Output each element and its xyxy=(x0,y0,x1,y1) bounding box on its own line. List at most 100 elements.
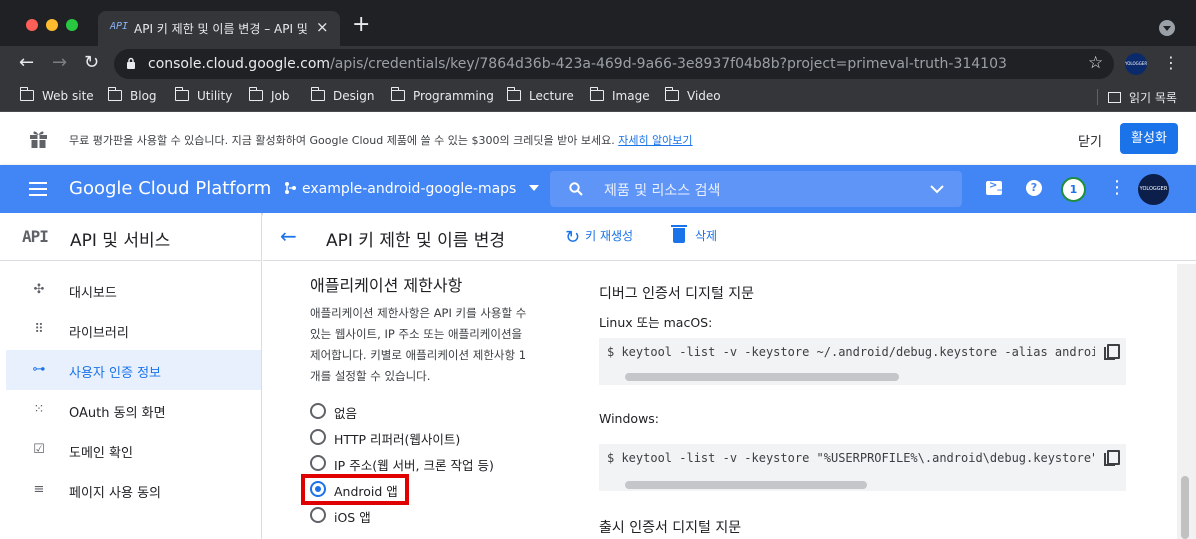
gift-icon xyxy=(30,131,47,148)
folder-icon xyxy=(174,87,189,101)
url-text: console.cloud.google.com/apis/credential… xyxy=(148,56,1007,72)
sidebar-item-dashboard[interactable]: ✣ 대시보드 xyxy=(6,270,261,310)
sidebar-header: API API 및 서비스 xyxy=(0,213,262,261)
horizontal-scrollbar[interactable] xyxy=(625,481,867,489)
tab-close-icon[interactable]: × xyxy=(316,18,329,36)
bookmark-star-icon[interactable]: ☆ xyxy=(1088,53,1103,73)
account-avatar[interactable]: YOLOGGER xyxy=(1138,174,1169,205)
tab-strip: API API 키 제한 및 이름 변경 – API 및 서비스 × + xyxy=(0,0,1196,46)
project-selector[interactable]: example-android-google-maps xyxy=(284,181,539,197)
browser-toolbar: ← → ↻ console.cloud.google.com/apis/cred… xyxy=(0,46,1196,82)
browser-tab-active[interactable]: API API 키 제한 및 이름 변경 – API 및 서비스 × xyxy=(98,11,340,46)
radio-circle[interactable] xyxy=(310,455,326,471)
sidebar-item-library[interactable]: ⠿ 라이브러리 xyxy=(6,310,261,350)
annotation-highlight-box xyxy=(301,474,409,505)
sidebar-item-label: OAuth 동의 화면 xyxy=(69,406,166,421)
scrollbar-thumb[interactable] xyxy=(1181,476,1189,539)
bookmark-folder[interactable]: Image xyxy=(589,87,650,103)
folder-icon xyxy=(506,87,521,101)
page-title: API 키 제한 및 이름 변경 xyxy=(326,231,506,251)
sidebar-item-credentials[interactable]: ⊶ 사용자 인증 정보 xyxy=(6,350,261,390)
promo-message: 무료 평가판을 사용할 수 있습니다. 지금 활성화하여 Google Clou… xyxy=(69,134,615,147)
search-input[interactable]: 제품 및 리소스 검색 xyxy=(604,180,720,200)
radio-label: 없음 xyxy=(334,406,358,421)
address-bar[interactable]: console.cloud.google.com/apis/credential… xyxy=(114,49,1114,79)
bookmark-label: Utility xyxy=(197,89,233,103)
radio-http-referrer[interactable]: HTTP 리퍼러(웹사이트) xyxy=(309,425,509,449)
back-arrow-icon[interactable]: ← xyxy=(280,224,297,248)
bookmark-folder[interactable]: Job xyxy=(248,87,290,103)
gcp-brand[interactable]: Google Cloud Platform xyxy=(69,178,271,199)
radio-label: iOS 앱 xyxy=(334,510,371,525)
lock-icon xyxy=(127,57,135,69)
regenerate-key-button[interactable]: ↻ 키 재생성 xyxy=(565,227,633,248)
cloud-shell-icon[interactable]: >_ xyxy=(986,180,1002,195)
windows-label: Windows: xyxy=(599,411,660,426)
bookmark-folder[interactable]: Programming xyxy=(390,87,494,103)
radio-circle[interactable] xyxy=(310,403,326,419)
delete-button[interactable]: 삭제 xyxy=(671,225,717,244)
linux-command-box: $ keytool -list -v -keystore ~/.android/… xyxy=(599,338,1126,385)
vertical-scrollbar[interactable] xyxy=(1177,264,1196,539)
sidebar-item-domain-verification[interactable]: ☑ 도메인 확인 xyxy=(6,430,261,470)
bookmark-folder[interactable]: Video xyxy=(664,87,721,103)
browser-menu-icon[interactable]: ⋮ xyxy=(1163,54,1179,72)
bookmark-folder[interactable]: Blog xyxy=(107,87,157,103)
activate-button[interactable]: 활성화 xyxy=(1120,123,1178,154)
window-minimize-button[interactable] xyxy=(46,19,58,31)
radio-circle[interactable] xyxy=(310,507,326,523)
reload-icon[interactable]: ↻ xyxy=(84,52,99,73)
bookmark-folder[interactable]: Web site xyxy=(19,87,94,103)
window-maximize-button[interactable] xyxy=(66,19,78,31)
folder-icon xyxy=(589,87,604,101)
window-close-button[interactable] xyxy=(26,19,38,31)
radio-none[interactable]: 없음 xyxy=(309,399,509,423)
folder-icon xyxy=(19,87,34,101)
copy-icon[interactable] xyxy=(1104,450,1120,466)
hamburger-menu-icon[interactable] xyxy=(0,165,60,213)
reading-list-button[interactable]: 읽기 목록 xyxy=(1108,89,1177,106)
bookmark-folder[interactable]: Design xyxy=(310,87,374,103)
folder-icon xyxy=(390,87,405,101)
bookmark-folder[interactable]: Utility xyxy=(174,87,233,103)
bookmark-label: Web site xyxy=(42,89,94,103)
copy-icon[interactable] xyxy=(1104,344,1120,360)
folder-icon xyxy=(310,87,325,101)
horizontal-scrollbar[interactable] xyxy=(625,373,899,381)
chevron-down-icon[interactable] xyxy=(930,185,944,194)
bookmark-folder[interactable]: Lecture xyxy=(506,87,574,103)
sidebar-item-label: 페이지 사용 동의 xyxy=(69,486,161,501)
tab-title: API 키 제한 및 이름 변경 – API 및 서비스 xyxy=(134,22,309,36)
sidebar: API API 및 서비스 ✣ 대시보드 ⠿ 라이브러리 ⊶ 사용자 인증 정보… xyxy=(0,213,262,539)
radio-ios-app[interactable]: iOS 앱 xyxy=(309,503,509,527)
bookmarks-divider xyxy=(1097,89,1098,105)
chevron-down-icon xyxy=(528,185,539,191)
radio-circle[interactable] xyxy=(310,429,326,445)
url-path: /apis/credentials/key/7864d36b-423a-469d… xyxy=(330,56,1007,72)
notifications-badge[interactable]: 1 xyxy=(1061,177,1086,202)
tab-search-icon[interactable] xyxy=(1159,20,1175,36)
radio-ip-address[interactable]: IP 주소(웹 서버, 크론 작업 등) xyxy=(309,451,509,475)
sidebar-item-oauth-consent[interactable]: ⁙ OAuth 동의 화면 xyxy=(6,390,261,430)
page-header: ← API 키 제한 및 이름 변경 ↻ 키 재생성 삭제 xyxy=(263,213,1196,261)
windows-command: $ keytool -list -v -keystore "%USERPROFI… xyxy=(607,451,1095,465)
help-icon[interactable]: ? xyxy=(1026,180,1042,196)
new-tab-button[interactable]: + xyxy=(352,14,370,36)
windows-command-box: $ keytool -list -v -keystore "%USERPROFI… xyxy=(599,444,1126,491)
browser-window: API API 키 제한 및 이름 변경 – API 및 서비스 × + ← →… xyxy=(0,0,1196,539)
promo-text: 무료 평가판을 사용할 수 있습니다. 지금 활성화하여 Google Clou… xyxy=(69,132,693,148)
dismiss-button[interactable]: 닫기 xyxy=(1078,131,1102,150)
sidebar-title: API 및 서비스 xyxy=(70,231,171,251)
trash-icon xyxy=(671,225,687,243)
consent-icon: ⁙ xyxy=(33,402,45,417)
sidebar-item-page-usage[interactable]: ≡ 페이지 사용 동의 xyxy=(6,470,261,510)
page-usage-icon: ≡ xyxy=(33,482,45,497)
more-options-icon[interactable]: ⋮ xyxy=(1108,177,1126,198)
profile-avatar[interactable]: YOLOGGER xyxy=(1125,53,1147,75)
back-arrow-icon[interactable]: ← xyxy=(19,52,34,73)
learn-more-link[interactable]: 자세히 알아보기 xyxy=(618,134,692,147)
bookmark-label: Blog xyxy=(130,89,157,103)
search-bar[interactable]: 제품 및 리소스 검색 xyxy=(550,171,962,207)
forward-arrow-icon[interactable]: → xyxy=(52,52,67,73)
search-icon xyxy=(569,182,583,196)
